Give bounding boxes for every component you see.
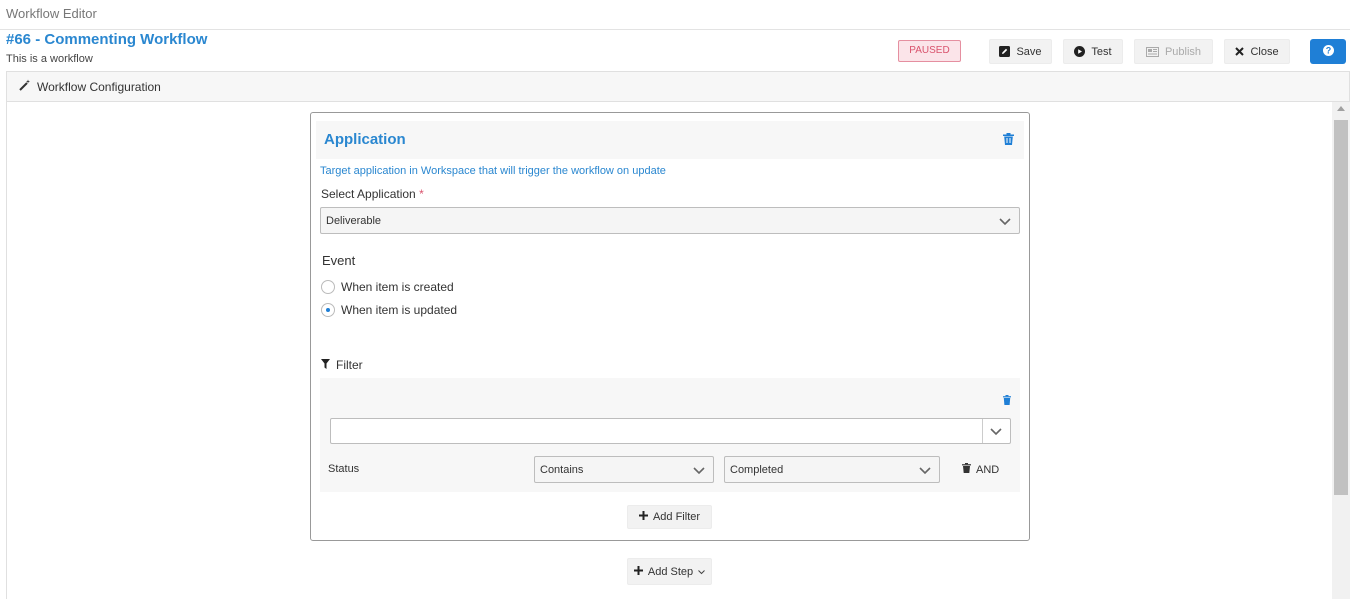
magic-wand-icon (19, 79, 31, 94)
workflow-configuration-bar[interactable]: Workflow Configuration (6, 71, 1350, 102)
and-label: AND (976, 463, 1000, 476)
trash-icon[interactable] (962, 463, 971, 476)
filter-group: Status Contains Completed AND (320, 378, 1020, 492)
filter-field-select[interactable] (330, 418, 1011, 444)
add-step-label: Add Step (647, 565, 694, 578)
scrollbar-thumb[interactable] (1334, 120, 1348, 495)
chevron-down-icon (698, 566, 705, 578)
save-button[interactable]: Save (989, 39, 1052, 64)
test-button[interactable]: Test (1063, 39, 1123, 64)
question-icon: ? (1322, 44, 1334, 59)
filter-value-select[interactable]: Completed (724, 456, 940, 483)
radio-when-item-updated[interactable]: When item is updated (321, 303, 457, 317)
configuration-label: Workflow Configuration (37, 79, 161, 94)
chevron-down-icon (999, 217, 1011, 229)
status-badge: PAUSED (898, 40, 961, 62)
chevron-down-icon (693, 466, 705, 478)
plus-icon (638, 511, 648, 523)
publish-button[interactable]: Publish (1134, 39, 1213, 64)
step-header: Application (316, 121, 1024, 159)
radio-label: When item is created (341, 280, 454, 294)
application-select[interactable]: Deliverable (320, 207, 1020, 234)
close-icon (1235, 47, 1245, 56)
close-button[interactable]: Close (1224, 39, 1290, 64)
filter-label: Filter (336, 358, 363, 372)
play-circle-icon (1074, 46, 1086, 57)
application-step-card: Application Target application in Worksp… (310, 112, 1030, 541)
radio-circle-selected[interactable] (321, 303, 335, 317)
plus-icon (633, 565, 643, 578)
top-bar: Workflow Editor (0, 0, 1350, 30)
app-title: Workflow Editor (6, 6, 97, 21)
workflow-title: #66 - Commenting Workflow (6, 31, 208, 48)
test-label: Test (1091, 45, 1112, 58)
trash-icon[interactable] (1003, 133, 1014, 148)
close-label: Close (1250, 45, 1279, 58)
scroll-up-arrow-icon[interactable] (1337, 106, 1345, 111)
add-filter-label: Add Filter (652, 511, 701, 523)
filter-row-field: Status (328, 463, 360, 475)
filter-value: Completed (730, 463, 784, 476)
filter-operator-select[interactable]: Contains (534, 456, 714, 483)
publish-label: Publish (1164, 45, 1202, 58)
chevron-down-icon (990, 427, 1002, 439)
radio-when-item-created[interactable]: When item is created (321, 280, 454, 294)
select-divider (982, 419, 983, 443)
filter-heading: Filter (321, 358, 363, 372)
svg-text:?: ? (1325, 45, 1331, 55)
add-filter-button[interactable]: Add Filter (627, 505, 712, 529)
vertical-scrollbar[interactable] (1332, 102, 1350, 599)
radio-circle[interactable] (321, 280, 335, 294)
filter-icon (321, 358, 330, 372)
filter-operator-value: Contains (540, 463, 584, 476)
application-select-value: Deliverable (326, 214, 382, 227)
required-mark: * (419, 187, 424, 201)
event-label: Event (322, 253, 356, 268)
save-label: Save (1016, 45, 1042, 58)
help-button[interactable]: ? (1310, 39, 1346, 64)
filter-row-and-control[interactable]: AND (962, 463, 999, 476)
chevron-down-icon (919, 466, 931, 478)
trash-icon[interactable] (1003, 394, 1011, 408)
select-application-label: Select Application * (321, 187, 424, 201)
workflow-subtitle: This is a workflow (6, 53, 93, 65)
radio-label: When item is updated (341, 303, 458, 317)
step-title: Application (324, 131, 406, 148)
add-step-button[interactable]: Add Step (627, 558, 712, 585)
workflow-header: #66 - Commenting Workflow This is a work… (0, 30, 1350, 72)
step-hint: Target application in Workspace that wil… (320, 165, 666, 177)
newspaper-icon (1145, 46, 1159, 57)
edit-icon (999, 46, 1011, 57)
